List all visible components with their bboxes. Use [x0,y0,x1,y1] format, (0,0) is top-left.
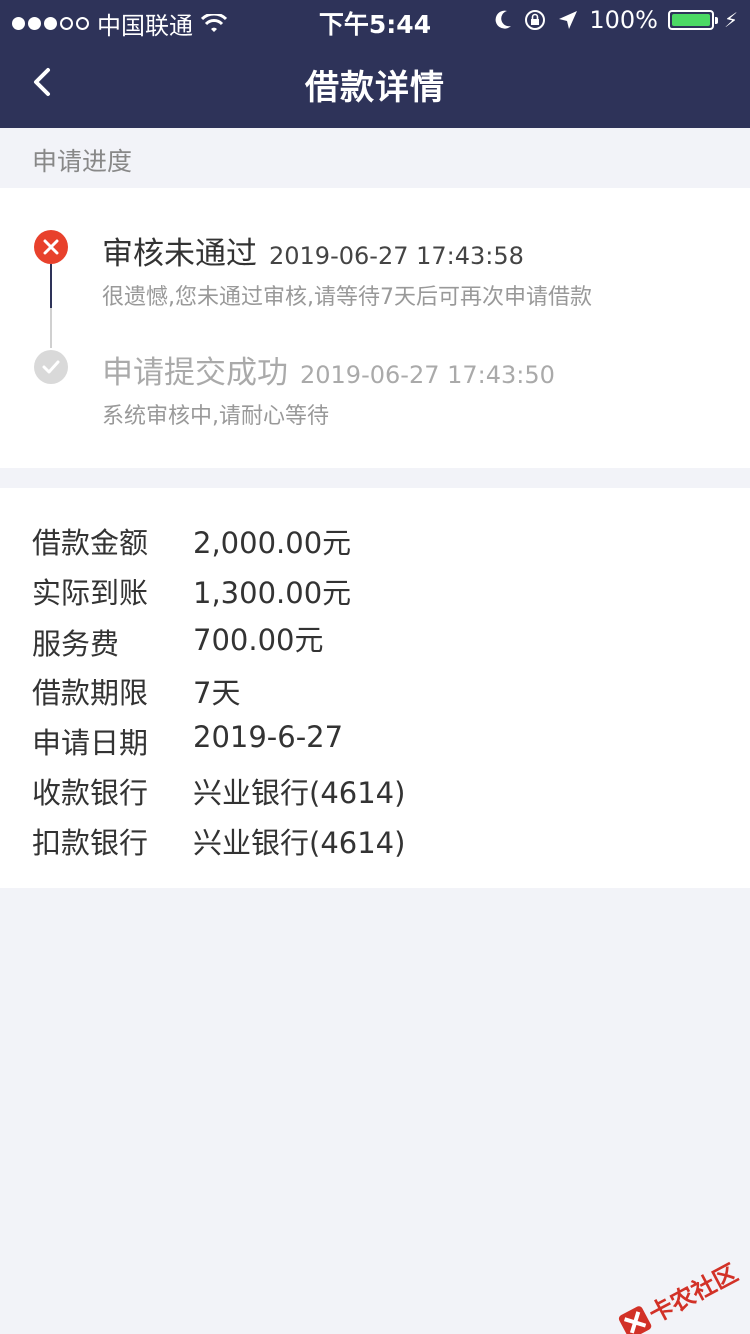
progress-section-label: 申请进度 [32,147,133,176]
detail-value: 1,300.00元 [193,576,352,610]
detail-value: 2,000.00元 [193,526,352,560]
detail-row-receiving-bank: 收款银行 兴业银行(4614) [32,770,732,816]
detail-row-service-fee: 服务费 700.00元 [32,617,732,663]
detail-value: 兴业银行(4614) [193,826,406,860]
status-bar: 中国联通 下午5:44 100% ⚡ [0,0,750,40]
detail-label: 借款期限 [32,676,149,710]
rotation-lock-icon [525,10,546,30]
nav-bar: 借款详情 [0,40,750,128]
detail-label: 申请日期 [32,726,149,760]
page-title: 借款详情 [305,68,445,108]
location-icon [559,11,578,29]
timeline-line-active [50,264,52,308]
detail-label: 借款金额 [32,526,149,560]
detail-value: 兴业银行(4614) [193,776,406,810]
detail-value: 7天 [193,676,241,710]
step-desc: 系统审核中,请耐心等待 [102,404,329,429]
battery-icon [667,10,718,30]
detail-row-loan-amount: 借款金额 2,000.00元 [32,520,732,566]
check-icon [34,350,68,384]
detail-row-loan-term: 借款期限 7天 [32,670,732,716]
detail-label: 服务费 [32,627,120,661]
status-right: 100% ⚡ [493,6,738,34]
step-title-text: 申请提交成功 [102,355,288,391]
detail-row-apply-date: 申请日期 2019-6-27 [32,720,732,766]
watermark: 卡农社区 [615,1253,743,1334]
watermark-text: 卡农社区 [644,1258,743,1329]
detail-value: 2019-6-27 [193,720,344,754]
step-time: 2019-06-27 17:43:58 [269,242,524,270]
detail-row-actual-received: 实际到账 1,300.00元 [32,570,732,616]
detail-value: 700.00元 [193,623,324,657]
header: 中国联通 下午5:44 100% ⚡ 借款详情 [0,0,750,128]
charging-icon: ⚡ [723,8,738,32]
fail-icon [34,230,68,264]
moon-icon [495,10,512,29]
step-title-fail: 审核未通过 2019-06-27 17:43:58 [102,228,524,273]
detail-label: 收款银行 [32,776,149,810]
timeline-line-inactive [50,308,52,348]
detail-label: 实际到账 [32,576,149,610]
step-desc: 很遗憾,您未通过审核,请等待7天后可再次申请借款 [102,285,592,310]
detail-label: 扣款银行 [32,826,149,860]
battery-percent: 100% [589,6,658,34]
step-time: 2019-06-27 17:43:50 [300,361,555,389]
step-title-text: 审核未通过 [102,236,257,272]
detail-row-debit-bank: 扣款银行 兴业银行(4614) [32,820,732,866]
step-title-success: 申请提交成功 2019-06-27 17:43:50 [102,347,555,392]
